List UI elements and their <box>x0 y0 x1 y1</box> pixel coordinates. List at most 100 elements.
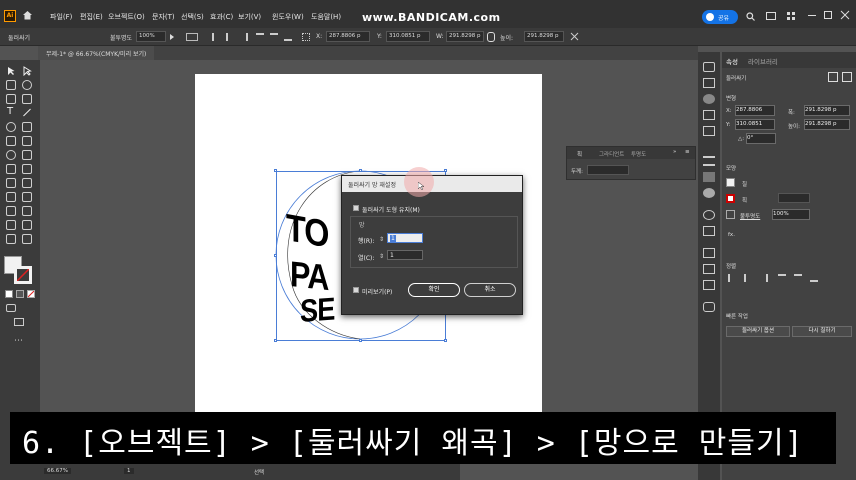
close-icon[interactable] <box>840 10 850 20</box>
menu-file[interactable]: 파일(F) <box>50 12 72 22</box>
align-to-icon[interactable] <box>186 33 198 41</box>
cols-stepper-icon[interactable]: ⇕ <box>379 253 384 260</box>
workspace-switcher-icon[interactable] <box>786 11 796 21</box>
align-vcenter-icon[interactable] <box>270 33 278 41</box>
tab-stroke[interactable]: 획 <box>577 150 582 158</box>
selection-handle[interactable] <box>274 169 277 172</box>
y-field[interactable]: 310.0851 <box>735 119 775 130</box>
preserve-shape-checkbox[interactable] <box>353 205 359 211</box>
selection-handle[interactable] <box>274 339 277 342</box>
menu-object[interactable]: 오브젝트(O) <box>108 12 145 22</box>
rows-input[interactable]: 1 <box>387 233 423 243</box>
link-proportions-icon[interactable] <box>487 32 495 42</box>
align-right-icon[interactable] <box>240 33 248 41</box>
search-icon[interactable] <box>746 12 755 21</box>
align-left-icon[interactable] <box>728 274 736 282</box>
fx-label[interactable]: fx. <box>728 232 735 238</box>
y-field[interactable]: 310.0851 p <box>386 31 430 42</box>
shaper-tool-icon[interactable] <box>6 136 16 146</box>
curvature-tool-icon[interactable] <box>22 94 32 104</box>
artboards-icon[interactable] <box>703 264 715 274</box>
share-button[interactable]: 공유 <box>702 10 738 24</box>
more-tools-icon[interactable]: ⋯ <box>14 336 23 346</box>
tab-transparency[interactable]: 투명도 <box>631 150 646 158</box>
artboard-number-field[interactable]: 1 <box>124 468 134 474</box>
free-transform-tool-icon[interactable] <box>22 164 32 174</box>
x-field[interactable]: 287.8806 <box>735 105 775 116</box>
align-right-icon[interactable] <box>760 274 768 282</box>
rotate-tool-icon[interactable] <box>6 150 16 160</box>
eraser-tool-icon[interactable] <box>22 136 32 146</box>
stroke-swatch[interactable] <box>726 194 735 203</box>
gradient-tool-icon[interactable] <box>22 192 32 202</box>
panel-menu-icon[interactable]: ≡ <box>685 149 690 155</box>
align-hcenter-icon[interactable] <box>744 274 752 282</box>
collapse-panel-icon[interactable]: » <box>673 149 676 155</box>
reference-point-icon[interactable] <box>302 33 310 41</box>
align-left-icon[interactable] <box>212 33 220 41</box>
maximize-icon[interactable] <box>824 11 832 19</box>
tab-properties[interactable]: 속성 <box>726 56 738 66</box>
opacity-field[interactable]: 100% <box>772 209 810 220</box>
preview-checkbox[interactable] <box>353 287 359 293</box>
align-bottom-icon[interactable] <box>810 274 818 282</box>
h-field[interactable]: 291.8298 p <box>804 119 850 130</box>
draw-mode-icon[interactable] <box>6 304 16 312</box>
appearance-panel-icon[interactable] <box>703 210 715 220</box>
color-guide-icon[interactable] <box>703 94 715 104</box>
none-mode-icon[interactable] <box>27 290 35 298</box>
transparency-panel-icon[interactable] <box>703 188 715 198</box>
arrange-documents-icon[interactable] <box>766 12 776 20</box>
blend-tool-icon[interactable] <box>22 206 32 216</box>
envelope-options-button[interactable]: 둘러싸기 옵션 <box>726 326 790 337</box>
opacity-field[interactable]: 100% <box>136 31 166 42</box>
minimize-icon[interactable] <box>808 15 816 16</box>
comments-icon[interactable] <box>703 302 715 312</box>
menu-type[interactable]: 문자(T) <box>152 12 175 22</box>
stroke-weight-field[interactable] <box>587 165 629 175</box>
edit-contents-icon[interactable] <box>842 72 852 82</box>
document-tab[interactable]: 무제-1* @ 66.67%(CMYK/미리 보기) <box>38 46 155 60</box>
selection-handle[interactable] <box>359 169 362 172</box>
mesh-tool-icon[interactable] <box>6 192 16 202</box>
selection-handle[interactable] <box>274 254 277 257</box>
tab-libraries[interactable]: 라이브러리 <box>748 56 778 66</box>
menu-help[interactable]: 도움말(H) <box>311 12 341 22</box>
ok-button[interactable]: 확인 <box>408 283 460 297</box>
align-vcenter-icon[interactable] <box>794 274 802 282</box>
artboard-tool-icon[interactable] <box>6 234 16 244</box>
stroke-weight-field[interactable] <box>778 193 810 203</box>
menu-effect[interactable]: 효과(C) <box>210 12 233 22</box>
selection-handle[interactable] <box>444 339 447 342</box>
width-tool-icon[interactable] <box>6 164 16 174</box>
color-mode-icon[interactable] <box>5 290 13 298</box>
align-bottom-icon[interactable] <box>284 33 292 41</box>
layers-icon[interactable] <box>703 248 715 258</box>
symbols-icon[interactable] <box>703 126 715 136</box>
h-field[interactable]: 291.8298 p <box>524 31 564 42</box>
edit-envelope-icon[interactable] <box>828 72 838 82</box>
graphic-styles-icon[interactable] <box>703 226 715 236</box>
menu-edit[interactable]: 편집(E) <box>80 12 103 22</box>
perspective-grid-tool-icon[interactable] <box>22 178 32 188</box>
pen-tool-icon[interactable] <box>6 94 16 104</box>
transform-icon[interactable] <box>570 32 579 41</box>
align-top-icon[interactable] <box>778 274 786 282</box>
zoom-field[interactable]: 66.67% <box>44 468 71 474</box>
type-tool-icon[interactable]: T <box>7 106 13 117</box>
scale-tool-icon[interactable] <box>22 150 32 160</box>
selection-handle[interactable] <box>444 169 447 172</box>
magic-wand-tool-icon[interactable] <box>6 80 16 90</box>
asset-export-icon[interactable] <box>703 280 715 290</box>
stroke-panel-icon[interactable] <box>703 156 715 166</box>
align-top-icon[interactable] <box>256 33 264 41</box>
lasso-tool-icon[interactable] <box>22 80 32 90</box>
stroke-swatch[interactable] <box>14 266 32 284</box>
chevron-right-icon[interactable] <box>170 34 175 40</box>
cancel-button[interactable]: 취소 <box>464 283 516 297</box>
re-envelope-button[interactable]: 다시 칠하기 <box>792 326 852 337</box>
pencil-tool-icon[interactable] <box>22 122 32 132</box>
properties-icon[interactable] <box>703 62 715 72</box>
symbol-sprayer-tool-icon[interactable] <box>6 220 16 230</box>
shape-builder-tool-icon[interactable] <box>6 178 16 188</box>
